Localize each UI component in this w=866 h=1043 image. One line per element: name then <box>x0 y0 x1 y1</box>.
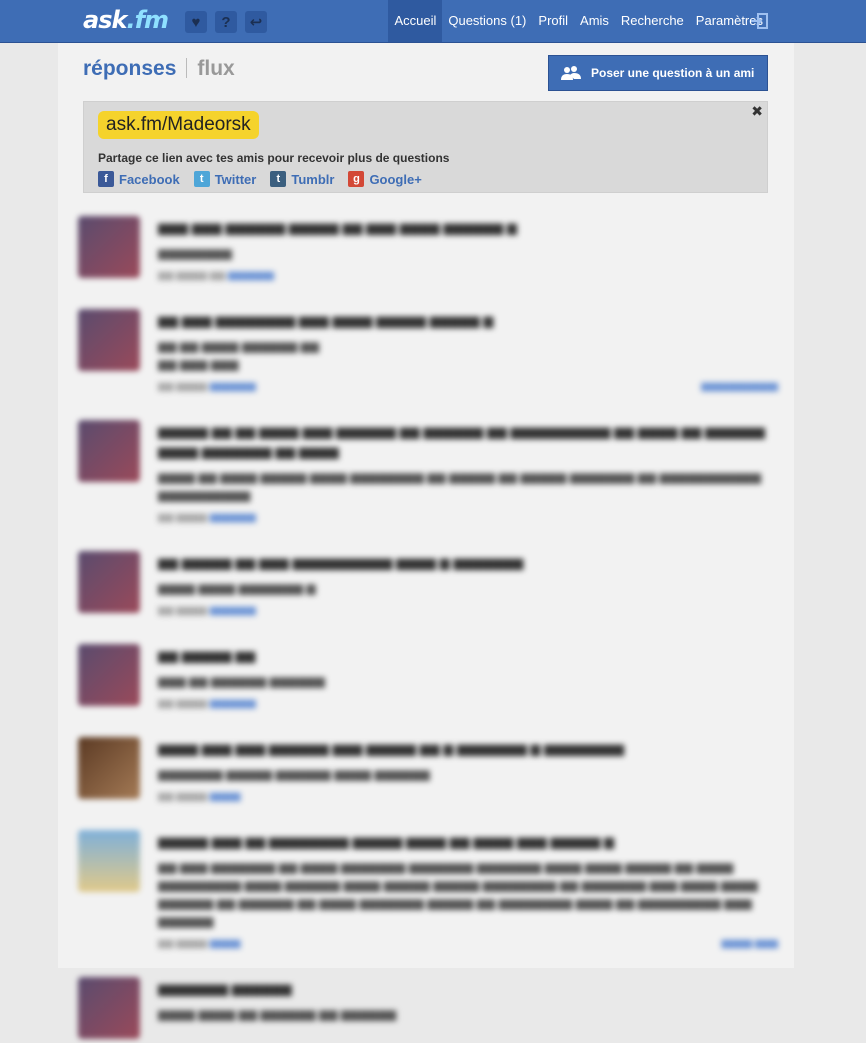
answer-text: ▆▆▆▆▆▆▆▆ <box>158 246 232 260</box>
top-nav: Accueil Questions (1) Profil Amis Recher… <box>388 0 769 42</box>
feed-item: ▆▆▆▆▆▆▆ ▆▆▆▆▆▆ ▆▆▆▆ ▆▆▆▆ ▆▆ ▆▆▆▆▆▆ ▆▆ ▆▆… <box>78 969 778 1039</box>
answers-feed: ▆▆▆ ▆▆▆ ▆▆▆▆▆▆ ▆▆▆▆▆ ▆▆ ▆▆▆ ▆▆▆▆ ▆▆▆▆▆▆ … <box>78 208 778 1043</box>
feed-item: ▆▆▆▆ ▆▆▆ ▆▆▆ ▆▆▆▆▆▆ ▆▆▆ ▆▆▆▆▆ ▆▆ ▆ ▆▆▆▆▆… <box>78 729 778 802</box>
feed-item: ▆▆ ▆▆▆▆▆ ▆▆ ▆▆▆ ▆▆▆▆▆▆▆▆▆▆ ▆▆▆▆ ▆ ▆▆▆▆▆▆… <box>78 543 778 616</box>
share-tumblr-label: Tumblr <box>291 171 335 187</box>
question-text: ▆▆▆ ▆▆▆ ▆▆▆▆▆▆ ▆▆▆▆▆ ▆▆ ▆▆▆ ▆▆▆▆ ▆▆▆▆▆▆ … <box>158 220 517 235</box>
answer-text: ▆▆▆▆ ▆▆▆▆ ▆▆ ▆▆▆▆▆▆ ▆▆ ▆▆▆▆▆▆ <box>158 1007 397 1021</box>
ask-friend-button[interactable]: Poser une question à un ami <box>548 55 768 91</box>
avatar[interactable] <box>78 977 140 1039</box>
nav-questions[interactable]: Questions (1) <box>442 0 532 42</box>
share-google[interactable]: g Google+ <box>348 171 422 187</box>
share-instructions: Partage ce lien avec tes amis pour recev… <box>98 151 450 165</box>
share-facebook[interactable]: f Facebook <box>98 171 180 187</box>
item-meta: ▆▆ ▆▆▆▆ ▆▆▆▆ ▆▆▆▆ ▆▆▆ <box>158 938 778 949</box>
main-column: réponses flux Poser une question à un ami… <box>58 43 794 1039</box>
question-text: ▆▆▆▆ ▆▆▆ ▆▆▆ ▆▆▆▆▆▆ ▆▆▆ ▆▆▆▆▆ ▆▆ ▆ ▆▆▆▆▆… <box>158 741 625 756</box>
facebook-icon: f <box>98 171 114 187</box>
share-twitter-label: Twitter <box>214 171 257 187</box>
feed-item: ▆▆ ▆▆▆ ▆▆▆▆▆▆▆▆ ▆▆▆ ▆▆▆▆ ▆▆▆▆▆ ▆▆▆▆▆ ▆ ▆… <box>78 301 778 392</box>
reply-icon[interactable]: ↩ <box>245 11 267 33</box>
question-text: ▆▆▆▆▆▆▆ ▆▆▆▆▆▆ <box>158 981 292 996</box>
item-meta: ▆▆ ▆▆▆▆ ▆▆▆▆ <box>158 791 241 802</box>
logo[interactable]: ask.fm <box>83 6 169 34</box>
question-text: ▆▆▆▆▆ ▆▆ ▆▆ ▆▆▆▆ ▆▆▆ ▆▆▆▆▆▆ ▆▆ ▆▆▆▆▆▆ ▆▆… <box>158 424 765 459</box>
page-title: réponses flux <box>83 57 235 81</box>
share-links: f Facebook t Twitter t Tumblr g Google+ <box>98 171 422 187</box>
item-meta: ▆▆ ▆▆▆▆ ▆▆▆▆▆▆ <box>158 512 256 523</box>
tab-flux[interactable]: flux <box>197 57 234 80</box>
feed-item: ▆▆▆ ▆▆▆ ▆▆▆▆▆▆ ▆▆▆▆▆ ▆▆ ▆▆▆ ▆▆▆▆ ▆▆▆▆▆▆ … <box>78 208 778 281</box>
avatar[interactable] <box>78 216 140 278</box>
top-icons: ♥ ? ↩ <box>185 11 267 33</box>
close-icon[interactable]: ✖ <box>751 103 763 120</box>
logout-icon[interactable] <box>750 13 768 29</box>
feed-item: ▆▆▆▆▆ ▆▆▆ ▆▆ ▆▆▆▆▆▆▆▆ ▆▆▆▆▆ ▆▆▆▆ ▆▆ ▆▆▆▆… <box>78 822 778 949</box>
question-icon[interactable]: ? <box>215 11 237 33</box>
profile-url[interactable]: ask.fm/Madeorsk <box>98 111 259 139</box>
avatar[interactable] <box>78 551 140 613</box>
answer-text: ▆▆▆▆ ▆▆ ▆▆▆▆ ▆▆▆▆▆ ▆▆▆▆ ▆▆▆▆▆▆▆▆ ▆▆ ▆▆▆▆… <box>158 470 761 502</box>
avatar[interactable] <box>78 420 140 482</box>
share-facebook-label: Facebook <box>119 171 180 187</box>
question-text: ▆▆ ▆▆▆▆▆ ▆▆ <box>158 648 256 663</box>
avatar[interactable] <box>78 737 140 799</box>
nav-accueil[interactable]: Accueil <box>388 0 443 42</box>
item-meta: ▆▆ ▆▆▆▆ ▆▆▆▆▆▆ ▆▆▆▆▆▆▆▆▆▆ <box>158 381 778 392</box>
item-meta: ▆▆ ▆▆▆▆ ▆▆▆▆▆▆ <box>158 605 256 616</box>
share-tumblr[interactable]: t Tumblr <box>270 171 334 187</box>
title-divider <box>186 58 188 78</box>
twitter-icon: t <box>193 171 210 187</box>
feed-item: ▆▆▆▆▆ ▆▆ ▆▆ ▆▆▆▆ ▆▆▆ ▆▆▆▆▆▆ ▆▆ ▆▆▆▆▆▆ ▆▆… <box>78 412 778 523</box>
question-text: ▆▆ ▆▆▆ ▆▆▆▆▆▆▆▆ ▆▆▆ ▆▆▆▆ ▆▆▆▆▆ ▆▆▆▆▆ ▆ <box>158 313 494 328</box>
nav-recherche[interactable]: Recherche <box>615 0 690 42</box>
heart-icon[interactable]: ♥ <box>185 11 207 33</box>
google-plus-icon: g <box>348 171 365 187</box>
share-google-label: Google+ <box>369 171 422 187</box>
feed-item: ▆▆ ▆▆▆▆▆ ▆▆ ▆▆▆ ▆▆ ▆▆▆▆▆▆ ▆▆▆▆▆▆ ▆▆ ▆▆▆▆… <box>78 636 778 709</box>
nav-amis[interactable]: Amis <box>574 0 615 42</box>
share-box: ask.fm/Madeorsk ✖ Partage ce lien avec t… <box>83 101 768 193</box>
item-meta: ▆▆ ▆▆▆▆ ▆▆ ▆▆▆▆▆▆ <box>158 270 275 281</box>
answer-text: ▆▆ ▆▆ ▆▆▆▆ ▆▆▆▆▆▆ ▆▆ ▆▆ ▆▆▆ ▆▆▆ <box>158 339 319 371</box>
tumblr-icon: t <box>270 171 287 187</box>
answer-text: ▆▆▆ ▆▆ ▆▆▆▆▆▆ ▆▆▆▆▆▆ <box>158 674 325 688</box>
avatar[interactable] <box>78 830 140 892</box>
answer-text: ▆▆▆▆▆▆▆ ▆▆▆▆▆ ▆▆▆▆▆▆ ▆▆▆▆ ▆▆▆▆▆▆ <box>158 767 430 781</box>
tab-responses[interactable]: réponses <box>83 57 176 80</box>
share-twitter[interactable]: t Twitter <box>193 171 257 187</box>
ask-friend-label: Poser une question à un ami <box>591 66 755 80</box>
answer-text: ▆▆▆▆ ▆▆▆▆ ▆▆▆▆▆▆▆ ▆ <box>158 581 316 595</box>
avatar[interactable] <box>78 309 140 371</box>
friends-icon <box>561 66 581 80</box>
question-text: ▆▆▆▆▆ ▆▆▆ ▆▆ ▆▆▆▆▆▆▆▆ ▆▆▆▆▆ ▆▆▆▆ ▆▆ ▆▆▆▆… <box>158 834 615 849</box>
top-bar: ask.fm ♥ ? ↩ Accueil Questions (1) Profi… <box>0 0 866 43</box>
nav-profil[interactable]: Profil <box>532 0 574 42</box>
avatar[interactable] <box>78 644 140 706</box>
answer-text: ▆▆ ▆▆▆ ▆▆▆▆▆▆▆ ▆▆ ▆▆▆▆ ▆▆▆▆▆▆▆ ▆▆▆▆▆▆▆ ▆… <box>158 860 758 928</box>
question-text: ▆▆ ▆▆▆▆▆ ▆▆ ▆▆▆ ▆▆▆▆▆▆▆▆▆▆ ▆▆▆▆ ▆ ▆▆▆▆▆▆… <box>158 555 524 570</box>
item-meta: ▆▆ ▆▆▆▆ ▆▆▆▆▆▆ <box>158 698 256 709</box>
